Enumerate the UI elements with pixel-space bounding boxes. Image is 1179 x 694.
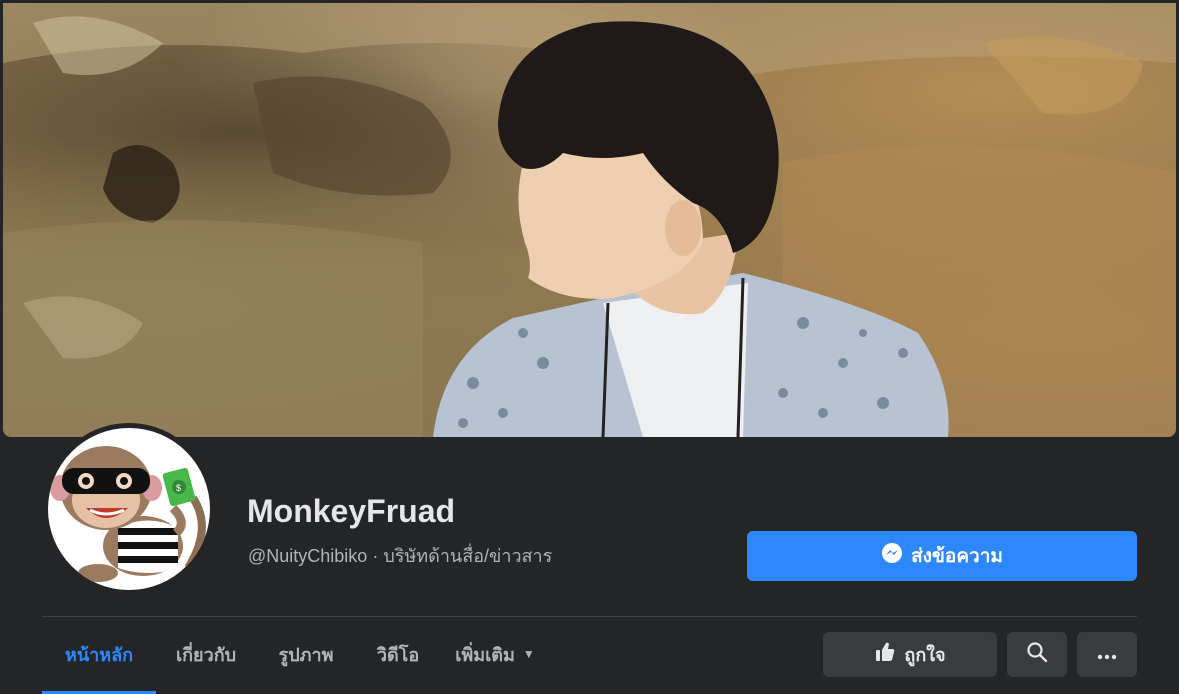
search-icon [1026,641,1048,668]
tab-videos[interactable]: วิดีโอ [356,617,440,691]
tab-label: รูปภาพ [278,644,334,665]
more-options-button[interactable] [1077,632,1137,677]
profile-picture[interactable]: $ [43,423,215,595]
tab-label: เพิ่มเติม [455,644,515,665]
tab-label: วิดีโอ [376,644,420,665]
send-message-button[interactable]: ส่งข้อความ [747,531,1137,581]
subtitle-separator: · [367,546,384,566]
tab-label: เกี่ยวกับ [175,644,237,665]
tab-label: หน้าหลัก [64,644,134,665]
more-dots-icon [1097,644,1117,665]
messenger-icon [881,542,903,570]
page-tabs: หน้าหลัก เกี่ยวกับ รูปภาพ วิดีโอ เพิ่มเต… [42,617,550,694]
page-category[interactable]: บริษัทด้านสื่อ/ข่าวสาร [383,546,552,566]
like-label: ถูกใจ [904,645,946,665]
tab-more[interactable]: เพิ่มเติม ▼ [440,617,550,691]
like-button[interactable]: ถูกใจ [823,632,997,677]
page-subtitle: @NuityChibiko · บริษัทด้านสื่อ/ข่าวสาร [248,541,552,570]
page-title: MonkeyFruad [247,493,456,529]
tab-about[interactable]: เกี่ยวกับ [156,617,256,691]
monkey-logo-icon: $ [48,428,210,590]
tab-photos[interactable]: รูปภาพ [256,617,356,691]
thumbs-up-icon [874,641,896,668]
caret-down-icon: ▼ [522,647,535,661]
cover-photo[interactable] [3,3,1176,437]
send-message-label: ส่งข้อความ [911,546,1003,567]
tab-home[interactable]: หน้าหลัก [42,617,156,694]
search-button[interactable] [1007,632,1067,677]
page-handle[interactable]: @NuityChibiko [248,546,367,566]
svg-text:$: $ [176,483,181,493]
